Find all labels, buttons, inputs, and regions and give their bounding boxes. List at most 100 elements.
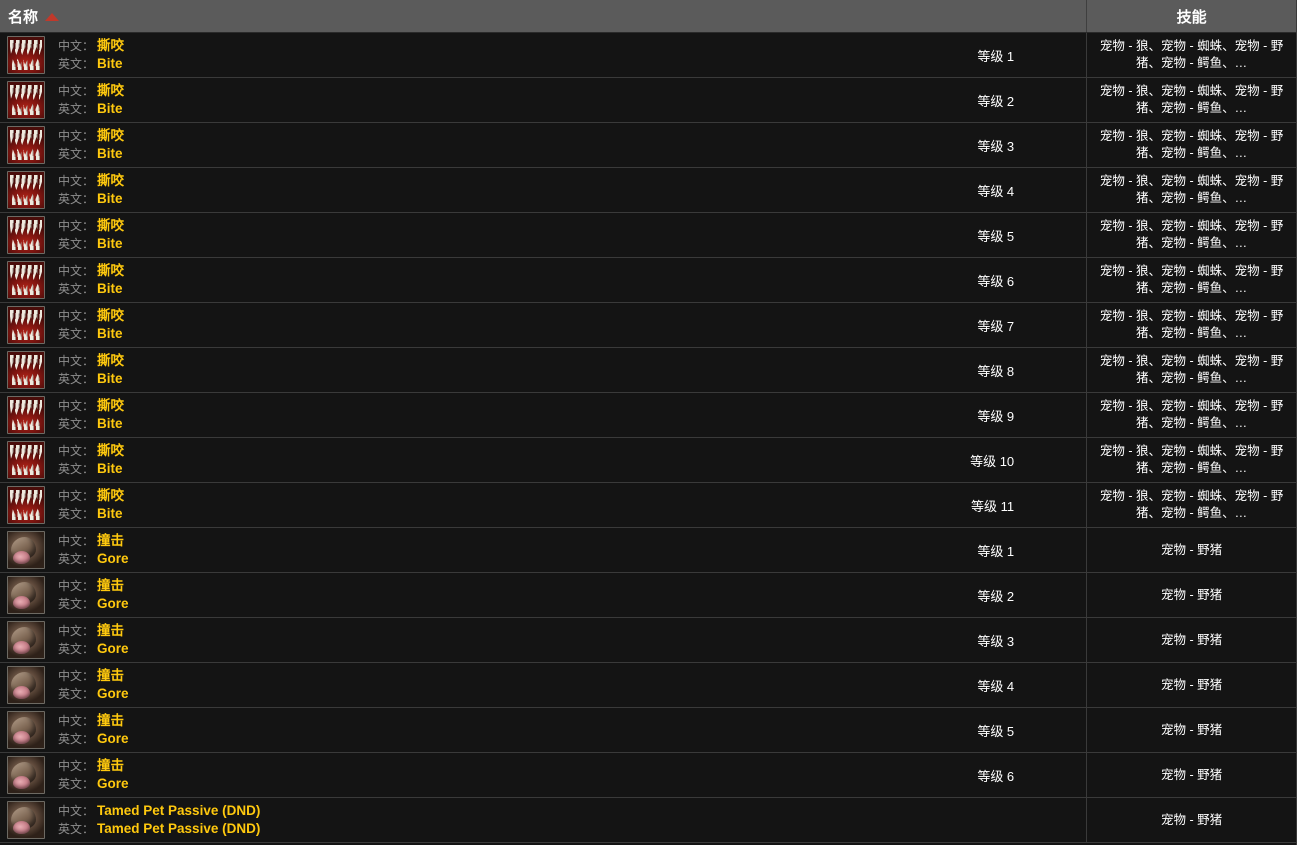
cell-skill: 宠物 - 狼、宠物 - 蜘蛛、宠物 - 野猪、宠物 - 鳄鱼、… [1099, 399, 1284, 430]
table-row[interactable]: 中文： 撕咬 英文： Bite 等级 9 宠物 - 狼、宠物 - 蜘蛛、宠物 - 野猪、宠… [0, 393, 1296, 438]
value-english[interactable]: Bite [97, 101, 123, 116]
cell-name: 中文： 撕咬 英文： Bite 等级 2 [0, 78, 1088, 122]
table-row[interactable]: 中文： 撞击 英文： Gore 等级 6 宠物 - 野猪 [0, 753, 1296, 798]
rank-level: 等级 5 [977, 723, 1015, 739]
value-english[interactable]: Gore [97, 776, 129, 791]
table-row[interactable]: 中文： 撞击 英文： Gore 等级 4 宠物 - 野猪 [0, 663, 1296, 708]
bite-icon[interactable] [7, 126, 45, 164]
table-row[interactable]: 中文： 撕咬 英文： Bite 等级 1 宠物 - 狼、宠物 - 蜘蛛、宠物 - 野猪、宠… [0, 33, 1296, 78]
value-english[interactable]: Bite [97, 506, 123, 521]
value-chinese[interactable]: 撕咬 [97, 488, 124, 503]
value-chinese[interactable]: 撕咬 [97, 398, 124, 413]
gore-icon[interactable] [7, 711, 45, 749]
value-chinese[interactable]: 撕咬 [97, 173, 124, 188]
cell-skill: 宠物 - 野猪 [1161, 587, 1223, 602]
table-row[interactable]: 中文： 撞击 英文： Gore 等级 5 宠物 - 野猪 [0, 708, 1296, 753]
table-row[interactable]: 中文： 撞击 英文： Gore 等级 1 宠物 - 野猪 [0, 528, 1296, 573]
table-row[interactable]: 中文： 撕咬 英文： Bite 等级 8 宠物 - 狼、宠物 - 蜘蛛、宠物 - 野猪、宠… [0, 348, 1296, 393]
column-header-skill[interactable]: 技能 [1087, 0, 1296, 32]
name-lines: 中文： 撕咬 英文： Bite [58, 308, 124, 342]
value-english[interactable]: Bite [97, 326, 123, 341]
value-english[interactable]: Gore [97, 551, 129, 566]
value-english[interactable]: Bite [97, 56, 123, 71]
name-line-chinese: 中文： 撞击 [58, 668, 129, 684]
value-chinese[interactable]: 撕咬 [97, 128, 124, 143]
table-row[interactable]: 中文： 撕咬 英文： Bite 等级 11 宠物 - 狼、宠物 - 蜘蛛、宠物 - 野猪、… [0, 483, 1296, 528]
name-lines: 中文： 撞击 英文： Gore [58, 713, 129, 747]
name-line-english: 英文： Bite [58, 326, 124, 342]
value-chinese[interactable]: 撞击 [97, 533, 124, 548]
rank-level: 等级 1 [977, 48, 1015, 64]
value-english[interactable]: Bite [97, 461, 123, 476]
gore-icon[interactable] [7, 666, 45, 704]
bite-icon[interactable] [7, 171, 45, 209]
value-english[interactable]: Gore [97, 641, 129, 656]
gore-icon[interactable] [7, 576, 45, 614]
value-chinese[interactable]: Tamed Pet Passive (DND) [97, 803, 260, 818]
cell-name: 中文： 撕咬 英文： Bite 等级 7 [0, 303, 1088, 347]
value-chinese[interactable]: 撕咬 [97, 263, 124, 278]
bite-icon[interactable] [7, 486, 45, 524]
value-english[interactable]: Bite [97, 236, 123, 251]
value-english[interactable]: Bite [97, 146, 123, 161]
name-line-chinese: 中文： 撞击 [58, 713, 129, 729]
gore-icon[interactable] [7, 801, 45, 839]
value-chinese[interactable]: 撕咬 [97, 308, 124, 323]
gore-icon[interactable] [7, 531, 45, 569]
gore-icon[interactable] [7, 621, 45, 659]
value-chinese[interactable]: 撕咬 [97, 353, 124, 368]
label-chinese: 中文： [58, 84, 95, 98]
table-row[interactable]: 中文： 撕咬 英文： Bite 等级 2 宠物 - 狼、宠物 - 蜘蛛、宠物 - 野猪、宠… [0, 78, 1296, 123]
table-row[interactable]: 中文： 撕咬 英文： Bite 等级 7 宠物 - 狼、宠物 - 蜘蛛、宠物 - 野猪、宠… [0, 303, 1296, 348]
cell-skill: 宠物 - 狼、宠物 - 蜘蛛、宠物 - 野猪、宠物 - 鳄鱼、… [1099, 219, 1284, 250]
table-row[interactable]: 中文： 撕咬 英文： Bite 等级 10 宠物 - 狼、宠物 - 蜘蛛、宠物 - 野猪、… [0, 438, 1296, 483]
bite-icon[interactable] [7, 441, 45, 479]
bite-icon[interactable] [7, 261, 45, 299]
name-line-english: 英文： Gore [58, 641, 129, 657]
bite-icon[interactable] [7, 396, 45, 434]
value-english[interactable]: Bite [97, 191, 123, 206]
column-header-name[interactable]: 名称 [0, 0, 1088, 32]
label-english: 英文： [58, 732, 95, 746]
cell-skill: 宠物 - 狼、宠物 - 蜘蛛、宠物 - 野猪、宠物 - 鳄鱼、… [1099, 174, 1284, 205]
table-row[interactable]: 中文： 撞击 英文： Gore 等级 2 宠物 - 野猪 [0, 573, 1296, 618]
table-row[interactable]: 中文： 撕咬 英文： Bite 等级 5 宠物 - 狼、宠物 - 蜘蛛、宠物 - 野猪、宠… [0, 213, 1296, 258]
cell-name: 中文： 撞击 英文： Gore 等级 4 [0, 663, 1088, 707]
bite-icon[interactable] [7, 81, 45, 119]
value-chinese[interactable]: 撞击 [97, 668, 124, 683]
table-row[interactable]: 中文： 撞击 英文： Gore 等级 3 宠物 - 野猪 [0, 618, 1296, 663]
value-english[interactable]: Gore [97, 731, 129, 746]
rank-level: 等级 6 [977, 273, 1015, 289]
sort-ascending-icon[interactable] [45, 13, 60, 21]
value-english[interactable]: Gore [97, 596, 129, 611]
value-chinese[interactable]: 撕咬 [97, 443, 124, 458]
cell-name: 中文： 撕咬 英文： Bite 等级 6 [0, 258, 1088, 302]
table-row[interactable]: 中文： Tamed Pet Passive (DND) 英文： Tamed Pet P… [0, 798, 1296, 843]
name-lines: 中文： 撕咬 英文： Bite [58, 488, 124, 522]
bite-icon[interactable] [7, 351, 45, 389]
table-row[interactable]: 中文： 撕咬 英文： Bite 等级 3 宠物 - 狼、宠物 - 蜘蛛、宠物 - 野猪、宠… [0, 123, 1296, 168]
value-chinese[interactable]: 撞击 [97, 758, 124, 773]
value-chinese[interactable]: 撕咬 [97, 38, 124, 53]
cell-name: 中文： 撞击 英文： Gore 等级 6 [0, 753, 1088, 797]
value-chinese[interactable]: 撕咬 [97, 218, 124, 233]
value-english[interactable]: Bite [97, 371, 123, 386]
table-row[interactable]: 中文： 撕咬 英文： Bite 等级 6 宠物 - 狼、宠物 - 蜘蛛、宠物 - 野猪、宠… [0, 258, 1296, 303]
value-english[interactable]: Gore [97, 686, 129, 701]
cell-skill: 宠物 - 野猪 [1161, 632, 1223, 647]
value-chinese[interactable]: 撞击 [97, 713, 124, 728]
cell-skill: 宠物 - 狼、宠物 - 蜘蛛、宠物 - 野猪、宠物 - 鳄鱼、… [1099, 309, 1284, 340]
label-chinese: 中文： [58, 714, 95, 728]
value-chinese[interactable]: 撞击 [97, 578, 124, 593]
bite-icon[interactable] [7, 36, 45, 74]
bite-icon[interactable] [7, 306, 45, 344]
value-english[interactable]: Tamed Pet Passive (DND) [97, 821, 260, 836]
value-english[interactable]: Bite [97, 281, 123, 296]
value-english[interactable]: Bite [97, 416, 123, 431]
name-line-english: 英文： Bite [58, 371, 124, 387]
table-row[interactable]: 中文： 撕咬 英文： Bite 等级 4 宠物 - 狼、宠物 - 蜘蛛、宠物 - 野猪、宠… [0, 168, 1296, 213]
value-chinese[interactable]: 撞击 [97, 623, 124, 638]
gore-icon[interactable] [7, 756, 45, 794]
bite-icon[interactable] [7, 216, 45, 254]
value-chinese[interactable]: 撕咬 [97, 83, 124, 98]
